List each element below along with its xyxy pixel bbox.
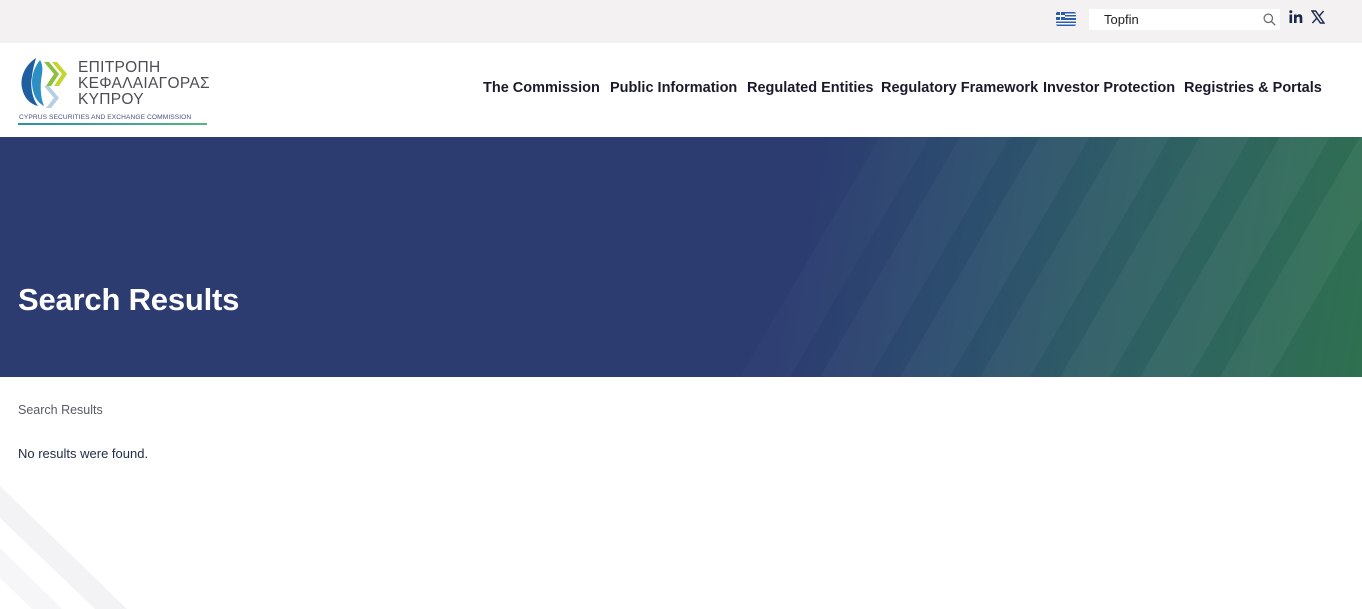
nav-item-the-commission[interactable]: The Commission [483, 80, 600, 96]
logo-mark-icon [21, 58, 67, 108]
nav-item-public-information[interactable]: Public Information [610, 80, 737, 96]
no-results-message: No results were found. [18, 446, 149, 461]
greek-flag-icon[interactable] [1056, 12, 1076, 26]
breadcrumb: Search Results [18, 403, 103, 417]
logo-text-line-1: ΕΠΙΤΡΟΠΗ [78, 59, 161, 76]
page-title: Search Results [18, 282, 240, 317]
banner-stripes [980, 137, 1362, 377]
x-icon[interactable] [1311, 10, 1325, 24]
linkedin-icon[interactable] [1289, 10, 1303, 24]
nav-item-investor-protection[interactable]: Investor Protection [1043, 80, 1175, 96]
nav-item-regulatory-framework[interactable]: Regulatory Framework [881, 80, 1038, 96]
nav-item-regulated-entities[interactable]: Regulated Entities [747, 80, 874, 96]
page-banner: Search Results [0, 137, 1362, 377]
top-utility-bar [0, 0, 1362, 43]
nav-item-registries-portals[interactable]: Registries & Portals [1184, 80, 1322, 96]
search-input[interactable] [1089, 9, 1254, 30]
logo-text-line-3: ΚΥΠΡΟΥ [78, 91, 144, 108]
logo-english-text: CYPRUS SECURITIES AND EXCHANGE COMMISSIO… [19, 114, 192, 121]
logo-text-line-2: ΚΕΦΑΛΑΙΑΓΟΡΑΣ [78, 75, 210, 92]
logo-underline [18, 123, 207, 125]
decorative-stripes [0, 486, 127, 609]
logo[interactable]: ΕΠΙΤΡΟΠΗ ΚΕΦΑΛΑΙΑΓΟΡΑΣ ΚΥΠΡΟΥ CYPRUS SEC… [18, 56, 210, 126]
search-box [1089, 9, 1280, 30]
site-header: ΕΠΙΤΡΟΠΗ ΚΕΦΑΛΑΙΑΓΟΡΑΣ ΚΥΠΡΟΥ CYPRUS SEC… [0, 43, 1362, 137]
search-icon[interactable] [1263, 13, 1276, 26]
